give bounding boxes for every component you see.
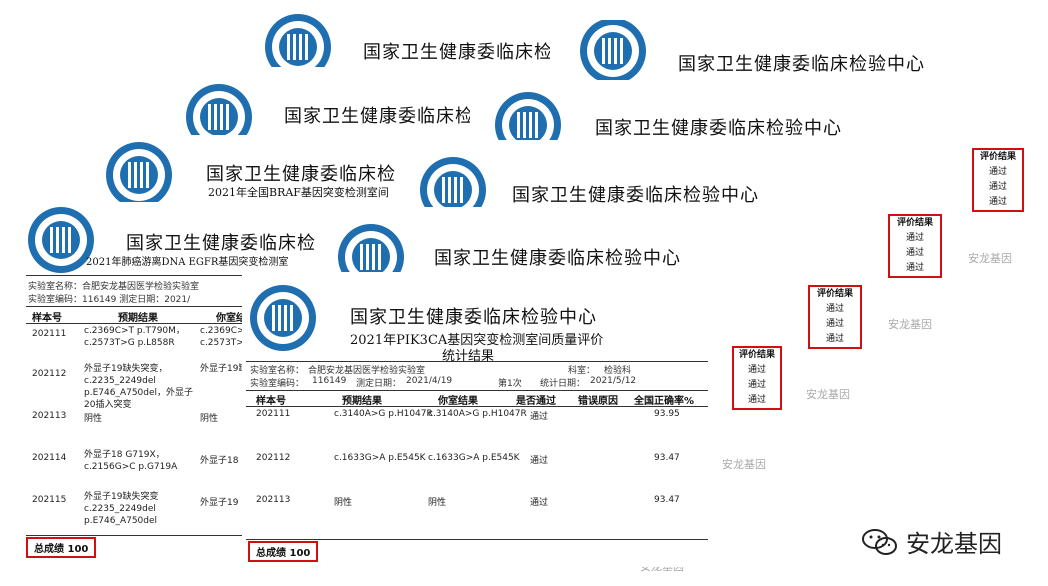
report-sheet-left-3: 国家卫生健康委临床检 2021年全国BRAF基因突变检测室间 [100, 140, 400, 202]
org-logo-icon [338, 224, 404, 272]
org-logo-icon [28, 207, 94, 273]
watermark: 安龙基因 [806, 388, 850, 401]
eval-result-box: 评价结果 通过 通过 通过 [972, 148, 1024, 212]
org-logo-icon [580, 20, 646, 80]
table-row-sample: 202111 [256, 409, 291, 419]
table-row: 202113 [32, 411, 67, 421]
test-date-value: 2021/4/19 [406, 376, 453, 386]
test-date-label: 测定日期： [356, 379, 402, 389]
table-row-rate: 93.47 [654, 453, 680, 463]
table-cell: 外显子19缺失突变，c.2235_2249del p.E746_A750del，… [84, 364, 194, 410]
table-cell: 外显子19 [200, 498, 239, 508]
sheet-title: 国家卫生健康委临床检验中心 [595, 118, 842, 139]
col-header-sample: 样本号 [256, 396, 286, 407]
table-row-expected: c.3140A>G p.H1047R [334, 409, 433, 419]
table-row: 202111 [32, 329, 67, 339]
sheet-title: 国家卫生健康委临床检 [126, 233, 316, 254]
org-logo-icon [250, 285, 316, 351]
report-sheet-back-1: 国家卫生健康委临床检验中心 [560, 20, 980, 80]
sheet-title: 国家卫生健康委临床检 [363, 42, 550, 63]
table-row-rate: 93.95 [654, 409, 680, 419]
eval-result-box: 评价结果 通过 通过 通过 [888, 214, 942, 278]
report-sheet-left-1: 国家卫生健康委临床检 [255, 12, 550, 67]
col-header-error: 错误原因 [578, 396, 618, 407]
sheet-title: 国家卫生健康委临床检验中心 [678, 54, 925, 75]
stat-date-label: 统计日期： [540, 379, 586, 389]
watermark: 安龙基因 [722, 458, 766, 471]
table-row-result: 阴性 [428, 498, 447, 508]
col-header-result: 你室结果 [438, 396, 478, 407]
table-row-expected: c.1633G>A p.E545K [334, 453, 426, 463]
stat-date-value: 2021/5/12 [590, 376, 637, 386]
table-cell: c.2369C>T p.T790M，c.2573T>G p.L858R [84, 326, 185, 348]
table-cell: 外显子18 [200, 456, 239, 466]
table-cell: 外显子19缺失突变 c.2235_2249del p.E746_A750del [84, 492, 159, 526]
table-row-expected: 阴性 [334, 498, 353, 508]
col-header-expected: 预期结果 [342, 396, 382, 407]
table-row-pass: 通过 [530, 412, 549, 422]
lab-code-value: 116149 [312, 376, 347, 386]
col-header-expected: 预期结果 [118, 313, 158, 324]
sheet-title: 国家卫生健康委临床检验中心 [434, 248, 681, 269]
total-score-box: 总成绩 100 [248, 541, 319, 562]
sheet-subtitle: 2021年肺癌游离DNA EGFR基因突变检测室 [86, 257, 289, 268]
report-sheet-pik3ca: 国家卫生健康委临床检验中心 2021年PIK3CA基因突变检测室间质量评价 统计… [242, 275, 712, 567]
wechat-icon [862, 529, 897, 555]
org-logo-icon [186, 84, 252, 135]
col-header-rate: 全国正确率% [634, 396, 695, 407]
watermark: 安龙基因 [888, 318, 932, 331]
sheet-title: 国家卫生健康委临床检 [206, 164, 396, 185]
table-row-result: c.1633G>A p.E545K [428, 453, 520, 463]
sheet-title: 国家卫生健康委临床检验中心 [512, 185, 759, 206]
lab-name-line: 实验室名称：合肥安龙基因医学检验实验室 [28, 282, 200, 292]
table-row: 202114 [32, 453, 67, 463]
round-label: 第1次 [498, 379, 522, 389]
table-cell: 外显子18 G719X，c.2156G>C p.G719A [84, 450, 178, 472]
report-sheet-left-2: 国家卫生健康委临床检 [180, 80, 470, 135]
table-row-result: c.3140A>G p.H1047R [428, 409, 527, 419]
brand-name: 安龙基因 [906, 530, 1002, 558]
org-logo-icon [420, 157, 486, 207]
report-sheet-back-2: 国家卫生健康委临床检验中心 [480, 90, 960, 140]
table-row-rate: 93.47 [654, 495, 680, 505]
table-row-pass: 通过 [530, 456, 549, 466]
org-logo-icon [265, 14, 331, 67]
table-row-sample: 202113 [256, 495, 291, 505]
table-cell: 阴性 [200, 414, 219, 424]
eval-result-box: 评价结果 通过 通过 通过 [732, 346, 782, 410]
col-header-sample: 样本号 [32, 313, 62, 324]
table-cell: 阴性 [84, 414, 103, 424]
eval-result-box: 评价结果 通过 通过 通过 [808, 285, 862, 349]
col-header-pass: 是否通过 [516, 396, 556, 407]
lab-code-label: 实验室编码： [250, 379, 305, 389]
table-row-sample: 202112 [256, 453, 291, 463]
table-row-pass: 通过 [530, 498, 549, 508]
dept-value: 检验科 [604, 366, 632, 376]
table-row: 202112 [32, 369, 67, 379]
report-sheet-back-3: 国家卫生健康委临床检验中心 [400, 155, 940, 207]
org-logo-icon [495, 92, 561, 140]
dept-label: 科室： [568, 366, 596, 376]
report-sheet-back-4: 国家卫生健康委临床检验中心 [320, 220, 820, 272]
sheet-subtitle: 2021年全国BRAF基因突变检测室间 [208, 186, 389, 199]
watermark: 安龙基因 [968, 252, 1012, 265]
sheet-title: 国家卫生健康委临床检 [284, 106, 470, 127]
lab-name-value: 合肥安龙基因医学检验实验室 [308, 366, 426, 376]
lab-code-line: 实验室编码：116149 测定日期：2021/ [28, 295, 191, 305]
sheet-title: 国家卫生健康委临床检验中心 [350, 307, 597, 328]
table-row: 202115 [32, 495, 67, 505]
lab-name-label: 实验室名称： [250, 366, 305, 376]
org-logo-icon [106, 142, 172, 202]
total-score-box: 总成绩 100 [26, 537, 97, 558]
